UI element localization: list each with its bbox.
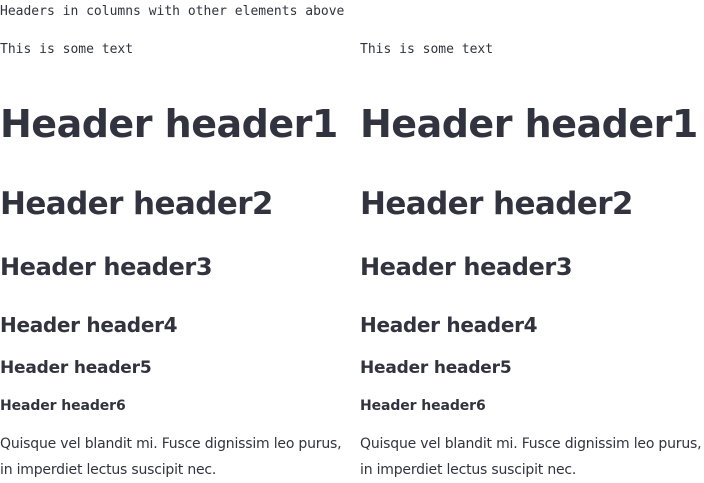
header-5: Header header5 bbox=[0, 358, 152, 378]
header-6: Header header6 bbox=[0, 398, 126, 414]
column-text: This is some text bbox=[0, 42, 134, 57]
header-1: Header header1 bbox=[360, 102, 698, 146]
column-left: This is some text Header header1 Header … bbox=[0, 0, 344, 483]
header-6: Header header6 bbox=[360, 398, 486, 414]
header-4: Header header4 bbox=[0, 313, 178, 337]
header-2: Header header2 bbox=[0, 186, 273, 222]
header-4: Header header4 bbox=[360, 313, 538, 337]
column-text: This is some text bbox=[360, 42, 494, 57]
header-3: Header header3 bbox=[0, 253, 213, 281]
header-2: Header header2 bbox=[360, 186, 633, 222]
column-paragraph: Quisque vel blandit mi. Fusce dignissim … bbox=[360, 436, 702, 478]
column-right: This is some text Header header1 Header … bbox=[360, 0, 704, 483]
header-5: Header header5 bbox=[360, 358, 512, 378]
header-1: Header header1 bbox=[0, 102, 338, 146]
column-paragraph: Quisque vel blandit mi. Fusce dignissim … bbox=[0, 436, 342, 478]
header-3: Header header3 bbox=[360, 253, 573, 281]
